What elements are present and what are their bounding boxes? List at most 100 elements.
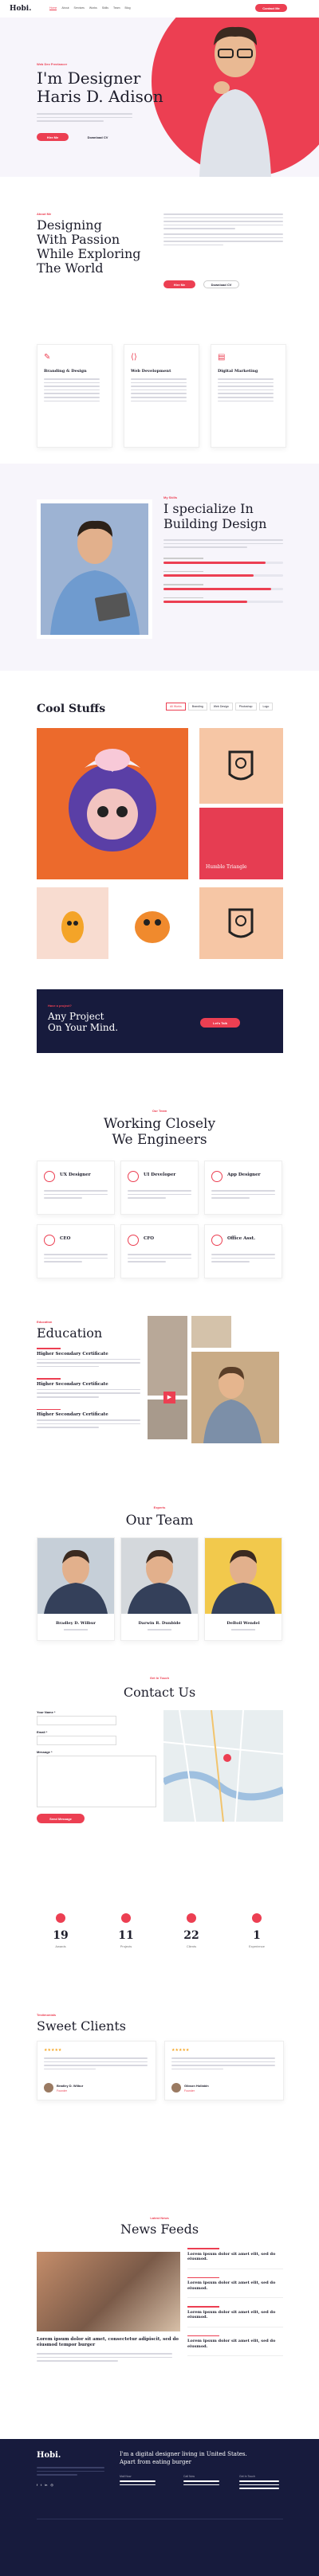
about-download-cv-button[interactable]: Download CV bbox=[203, 280, 239, 288]
role-text bbox=[44, 1254, 108, 1265]
about-title-3: While Exploring bbox=[37, 246, 141, 261]
filter-web[interactable]: Web Design bbox=[209, 703, 233, 711]
portfolio-item-logo[interactable] bbox=[199, 728, 283, 804]
education-year bbox=[37, 1348, 61, 1349]
message-label: Message * bbox=[37, 1750, 53, 1754]
clients-tag: Testimonials bbox=[37, 2013, 57, 2017]
filter-logo[interactable]: Logo bbox=[258, 703, 274, 711]
education-item: Higher Secondary Certificate bbox=[37, 1408, 148, 1428]
role-card[interactable]: CEO bbox=[37, 1224, 115, 1278]
team-member-card[interactable]: DeBoil Wendel bbox=[204, 1537, 282, 1641]
cta-line2: On Your Mind. bbox=[48, 1022, 119, 1033]
portfolio-section: Cool Stuffs All Works Branding Web Desig… bbox=[0, 671, 319, 989]
cta-tag: Have a project? bbox=[48, 1004, 72, 1008]
role-card[interactable]: UI Developer bbox=[120, 1161, 199, 1215]
footer-social: f t in ◎ bbox=[37, 2483, 53, 2487]
email-input[interactable] bbox=[37, 1736, 116, 1745]
skill-bar bbox=[163, 584, 283, 590]
contact-tag: Get In Touch bbox=[149, 1676, 170, 1680]
avatar bbox=[171, 2083, 181, 2093]
footer-col-call: Call Now bbox=[183, 2475, 195, 2478]
education-item-title: Higher Secondary Certificate bbox=[37, 1351, 108, 1357]
portfolio-item-logo2[interactable] bbox=[199, 887, 283, 959]
rating-stars: ★★★★★ bbox=[44, 2048, 62, 2053]
linkedin-icon[interactable]: in bbox=[45, 2483, 47, 2487]
instagram-icon[interactable]: ◎ bbox=[50, 2483, 53, 2487]
footer-address-lines bbox=[239, 2480, 279, 2492]
nav-item-works[interactable]: Works bbox=[89, 6, 97, 10]
news-list-item[interactable]: Lorem ipsum dolor sit amet elit, sed do … bbox=[187, 2335, 283, 2356]
nav-item-team[interactable]: Team bbox=[113, 6, 120, 10]
filter-all[interactable]: All Works bbox=[166, 703, 186, 711]
testimonial-card: ★★★★★ Bradley D. Wilbur Founder bbox=[37, 2041, 156, 2100]
news-item-meta bbox=[187, 2335, 219, 2336]
about-hire-me-button[interactable]: Hire Me bbox=[163, 280, 195, 288]
skill-bar-fill bbox=[163, 601, 247, 603]
portfolio-filters: All Works Branding Web Design Photoshop … bbox=[166, 703, 274, 711]
lets-talk-button[interactable]: Let's Talk bbox=[200, 1018, 240, 1028]
email-label: Email * bbox=[37, 1730, 48, 1734]
role-icon bbox=[211, 1235, 223, 1246]
news-list-item[interactable]: Lorem ipsum dolor sit amet elit, sed do … bbox=[187, 2248, 283, 2269]
footer-headline-2: Apart from eating burger bbox=[120, 2459, 191, 2465]
news-main-image[interactable] bbox=[37, 2252, 180, 2331]
education-item: Higher Secondary Certificate bbox=[37, 1378, 148, 1398]
hero-title-line1: I'm Designer bbox=[37, 69, 141, 88]
filter-branding[interactable]: Branding bbox=[187, 703, 207, 711]
education-photo-2 bbox=[191, 1316, 231, 1348]
portfolio-item-creature2[interactable] bbox=[116, 887, 188, 959]
nav-item-home[interactable]: Home bbox=[49, 6, 57, 10]
news-main-title[interactable]: Lorem ipsum dolor sit amet, consectetur … bbox=[37, 2337, 180, 2348]
education-photo-3 bbox=[148, 1400, 187, 1439]
role-text bbox=[128, 1190, 191, 1201]
portfolio-item-creature1[interactable] bbox=[37, 887, 108, 959]
hero-eyebrow: Web Dev Freelancer bbox=[37, 62, 68, 66]
news-list-item[interactable]: Lorem ipsum dolor sit amet elit, sed do … bbox=[187, 2277, 283, 2298]
role-card[interactable]: Office Asst. bbox=[204, 1224, 282, 1278]
name-input[interactable] bbox=[37, 1716, 116, 1725]
counter-icon bbox=[252, 1913, 262, 1923]
service-card-web[interactable]: ⟨⟩ Web Development bbox=[124, 344, 199, 448]
portfolio-item-illustration[interactable] bbox=[37, 728, 188, 879]
news-list-item[interactable]: Lorem ipsum dolor sit amet elit, sed do … bbox=[187, 2306, 283, 2327]
hero-hire-me-button[interactable]: Hire Me bbox=[37, 133, 69, 141]
nav-item-blog[interactable]: Blog bbox=[125, 6, 131, 10]
cta-line1: Any Project bbox=[48, 1011, 104, 1022]
footer-call-lines bbox=[183, 2480, 219, 2488]
contact-map[interactable] bbox=[161, 1709, 285, 1822]
contact-me-button[interactable]: Contact Me bbox=[255, 4, 287, 12]
service-title: Web Development bbox=[131, 369, 171, 374]
cta-section: Have a project? Any Project On Your Mind… bbox=[0, 989, 319, 1053]
service-list bbox=[131, 378, 187, 404]
team-member-card[interactable]: Darwin R. Dunbide bbox=[120, 1537, 199, 1641]
news-item-meta bbox=[187, 2306, 219, 2308]
role-card[interactable]: CFO bbox=[120, 1224, 199, 1278]
nav-item-skills[interactable]: Skills bbox=[102, 6, 108, 10]
logo[interactable]: Hobi. bbox=[10, 5, 31, 13]
footer-logo[interactable]: Hobi. bbox=[37, 2451, 61, 2460]
roles-tag: Our Team bbox=[152, 1109, 167, 1113]
education-photo-1 bbox=[148, 1316, 187, 1396]
role-card[interactable]: UX Designer bbox=[37, 1161, 115, 1215]
play-icon[interactable]: ▶ bbox=[163, 1392, 175, 1403]
portfolio-item-humble[interactable]: Humble Triangle bbox=[199, 808, 283, 879]
nav-item-services[interactable]: Services bbox=[74, 6, 85, 10]
about-title-2: With Passion bbox=[37, 232, 120, 247]
hero-download-cv-button[interactable]: Download CV bbox=[80, 133, 116, 141]
service-title: Digital Marketing bbox=[218, 369, 258, 374]
nav-item-about[interactable]: About bbox=[61, 6, 69, 10]
skills-title-2: Building Design bbox=[163, 516, 267, 531]
role-icon bbox=[211, 1171, 223, 1182]
team-photo bbox=[37, 1538, 114, 1614]
counter-icon bbox=[56, 1913, 65, 1923]
client-role: Founder bbox=[184, 2089, 195, 2093]
testimonial-text bbox=[44, 2057, 148, 2072]
role-card[interactable]: App Designer bbox=[204, 1161, 282, 1215]
message-textarea[interactable] bbox=[37, 1756, 156, 1807]
service-card-marketing[interactable]: ▤ Digital Marketing bbox=[211, 344, 286, 448]
service-card-branding[interactable]: ✎ Branding & Design bbox=[37, 344, 112, 448]
filter-photoshop[interactable]: Photoshop bbox=[234, 703, 257, 711]
send-message-button[interactable]: Send Message bbox=[37, 1814, 85, 1823]
team-member-card[interactable]: Bradley D. Wilbur bbox=[37, 1537, 115, 1641]
role-title: App Designer bbox=[227, 1173, 261, 1177]
